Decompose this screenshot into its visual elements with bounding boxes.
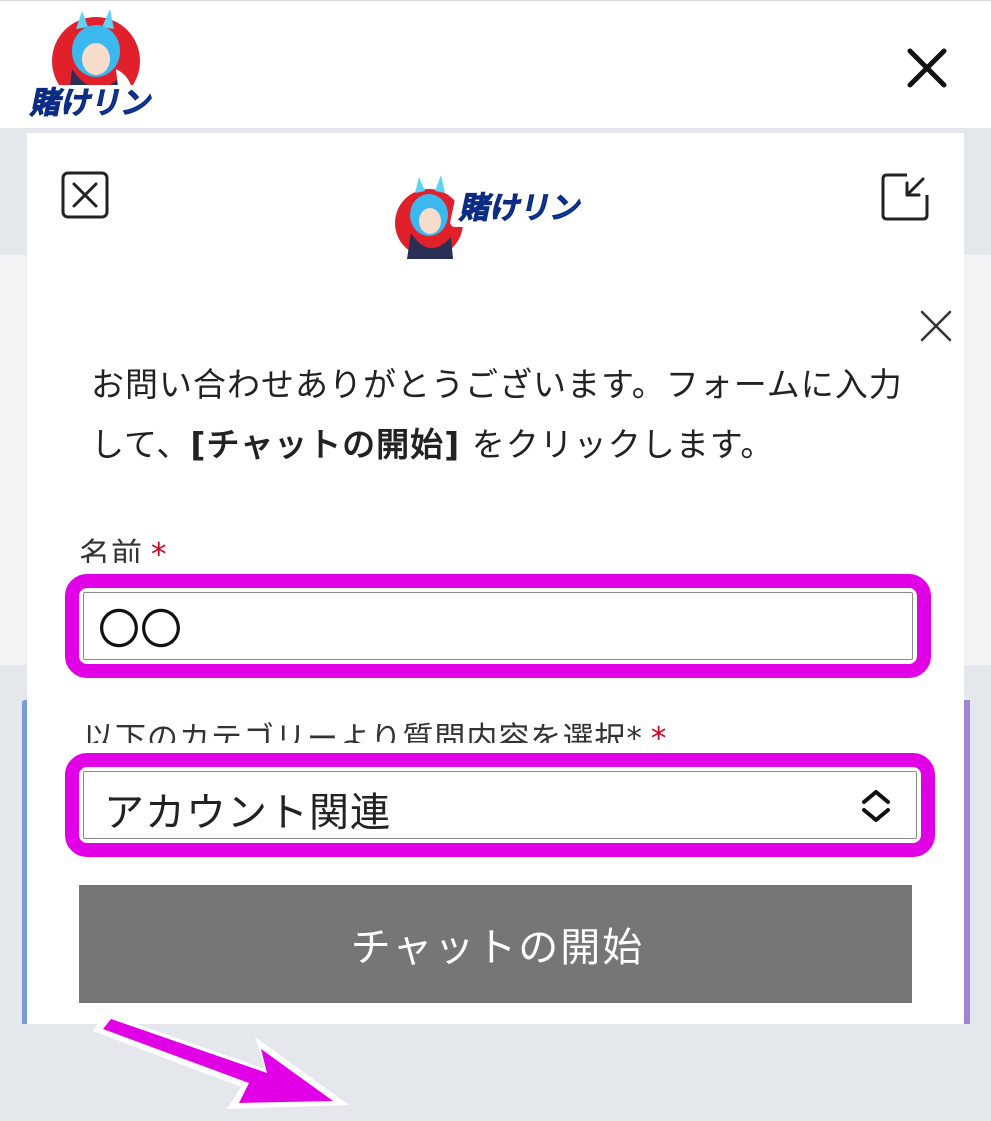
category-label: 以下のカテゴリーより質問内容を選択* * [83, 713, 667, 743]
name-input[interactable] [83, 592, 913, 660]
intro-message: お問い合わせありがとうございます。フォームに入力して、[チャットの開始] をクリ… [91, 355, 921, 475]
background-card-edge [964, 700, 970, 1024]
site-header: 賭けリン [0, 0, 991, 128]
required-mark: * [650, 721, 668, 743]
name-label-text: 名前 [79, 537, 143, 563]
category-select-value: アカウント関連 [104, 790, 391, 836]
intro-bold-text: [チャットの開始] [190, 425, 461, 464]
popout-icon[interactable] [879, 171, 931, 223]
chat-logo-text: 賭けリン [457, 191, 584, 226]
required-mark: * [151, 537, 168, 563]
category-label-text: 以下のカテゴリーより質問内容を選択* [83, 721, 643, 743]
site-logo[interactable]: 賭けリン [24, 9, 174, 125]
name-label: 名前 * [79, 529, 168, 563]
chevron-updown-icon [862, 790, 890, 822]
dismiss-message-icon[interactable] [919, 309, 953, 343]
background-card [0, 255, 26, 665]
intro-text-end: をクリックします。 [460, 425, 775, 464]
close-chat-icon[interactable] [61, 171, 109, 219]
category-select[interactable]: アカウント関連 [83, 771, 917, 839]
background-card [964, 255, 991, 665]
name-field-highlight [65, 574, 931, 678]
close-icon[interactable] [902, 43, 952, 93]
chat-panel: 賭けリン お問い合わせありがとうございます。フォームに入力して、[チャットの開始… [27, 133, 964, 1109]
start-chat-button[interactable]: チャットの開始 [79, 885, 912, 1003]
pointer-arrow-annotation [93, 1013, 349, 1109]
category-field-highlight: アカウント関連 [65, 753, 935, 857]
chat-logo: 賭けリン [395, 175, 591, 259]
site-logo-text: 賭けリン [28, 86, 155, 121]
